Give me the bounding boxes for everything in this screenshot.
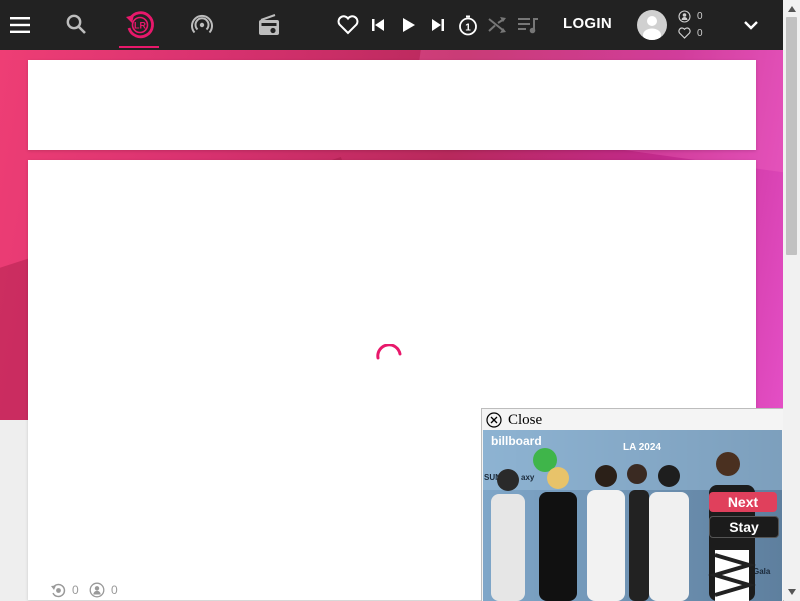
active-tab-indicator — [119, 46, 159, 48]
close-icon[interactable] — [486, 412, 502, 428]
timer-icon[interactable]: 1 — [456, 13, 480, 37]
stay-button[interactable]: Stay — [709, 516, 779, 538]
menu-icon[interactable] — [8, 13, 32, 37]
video-sponsor-left2: axy — [521, 473, 535, 482]
skip-next-icon[interactable] — [428, 15, 448, 35]
logo-letters: LR — [134, 21, 146, 31]
listeners-stat: 0 — [678, 10, 703, 23]
search-icon[interactable] — [64, 12, 88, 36]
rotation-icon — [51, 583, 66, 598]
heart-icon[interactable] — [336, 13, 360, 37]
logo-icon[interactable]: LR — [124, 9, 156, 41]
heart-small-icon — [678, 27, 691, 39]
likes-count: 0 — [697, 27, 703, 39]
listener-icon — [678, 10, 691, 23]
video-popup: Close billboard LA 2024 SUN axy Gala Nex… — [481, 408, 784, 601]
listeners-count: 0 — [697, 11, 703, 22]
podcast-icon[interactable] — [190, 13, 214, 37]
login-button[interactable]: LOGIN — [563, 15, 612, 32]
scroll-down-icon[interactable] — [783, 583, 800, 600]
loading-spinner-icon — [374, 343, 404, 374]
bottom-listeners-stat: 0 — [89, 582, 118, 598]
page-scrollbar[interactable] — [783, 0, 800, 600]
popup-close[interactable]: Close — [486, 411, 542, 429]
video-brand-text: billboard — [491, 434, 542, 448]
likes-stat: 0 — [678, 27, 703, 39]
scroll-up-icon[interactable] — [783, 0, 800, 17]
video-sponsor-right: Gala — [753, 567, 771, 576]
next-button[interactable]: Next — [709, 492, 777, 512]
close-label[interactable]: Close — [508, 412, 542, 429]
listener-icon — [89, 582, 105, 598]
playlist-icon[interactable] — [516, 14, 540, 36]
video-event-text: LA 2024 — [623, 442, 661, 453]
play-icon[interactable] — [398, 15, 418, 35]
chevron-down-icon[interactable] — [740, 14, 762, 36]
video-player[interactable]: billboard LA 2024 SUN axy Gala Next Stay — [483, 430, 782, 601]
banner-card — [28, 60, 756, 150]
avatar[interactable] — [637, 10, 667, 40]
svg-text:1: 1 — [465, 23, 471, 34]
radio-icon[interactable] — [256, 13, 282, 37]
rotation-count: 0 — [72, 583, 79, 597]
shuffle-icon[interactable] — [486, 14, 508, 36]
top-bar: LR 1 LOGIN 0 0 — [0, 0, 783, 50]
rotation-stat: 0 — [50, 582, 79, 598]
scroll-thumb[interactable] — [786, 17, 797, 255]
bottom-listeners-count: 0 — [111, 583, 118, 597]
skip-previous-icon[interactable] — [368, 15, 388, 35]
